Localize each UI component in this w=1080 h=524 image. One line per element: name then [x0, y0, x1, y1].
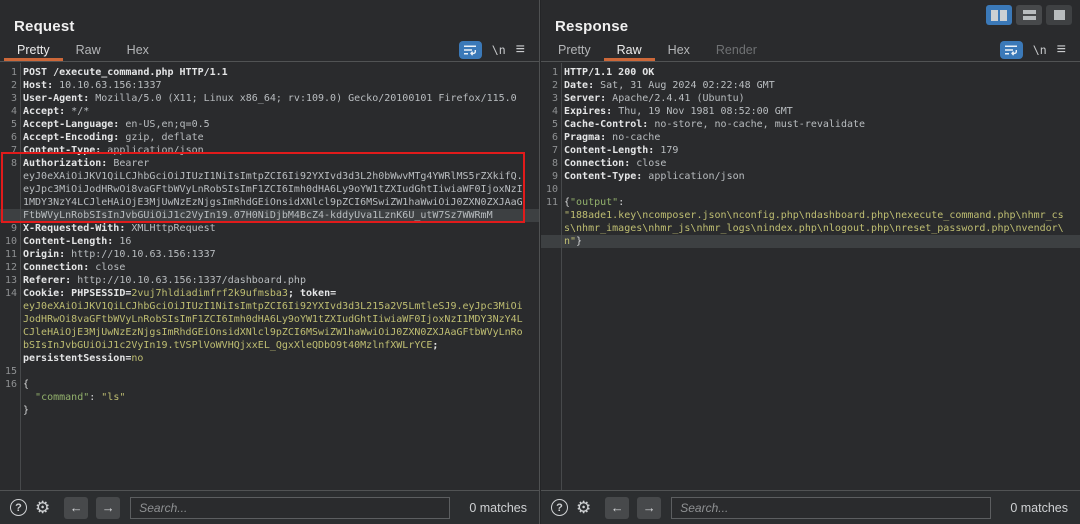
request-titlebar: Request	[0, 0, 539, 38]
request-tabbar: PrettyRawHex \n ≡	[0, 38, 539, 62]
word-wrap-toggle-button[interactable]	[1000, 41, 1023, 59]
code-line: 8Connection: close	[541, 157, 1080, 170]
code-line: 3Server: Apache/2.4.41 (Ubuntu)	[541, 92, 1080, 105]
tab-hex[interactable]: Hex	[655, 38, 703, 61]
request-match-count: 0 matches	[469, 501, 527, 515]
single-pane-icon	[1054, 10, 1065, 20]
help-icon[interactable]: ?	[551, 499, 568, 516]
code-line: 9Content-Type: application/json	[541, 170, 1080, 183]
code-line: persistentSession=no	[0, 352, 539, 365]
code-line: 11Origin: http://10.10.63.156:1337	[0, 248, 539, 261]
code-line: eyJ0eXAiOiJKV1QiLCJhbGciOiJIUzI1NiIsImtp…	[0, 300, 539, 313]
code-line: eyJpc3MiOiJodHRwOi8vaGFtbWVyLnRobSIsImF1…	[0, 183, 539, 196]
newline-visibility-icon[interactable]: \n	[1033, 43, 1047, 57]
request-search-input[interactable]	[130, 497, 450, 519]
code-line: 16{	[0, 378, 539, 391]
layout-toggle-group	[986, 5, 1072, 25]
code-line: 4Accept: */*	[0, 105, 539, 118]
code-line: 4Expires: Thu, 19 Nov 1981 08:52:00 GMT	[541, 105, 1080, 118]
search-prev-button[interactable]: ←	[605, 497, 629, 519]
gear-icon[interactable]: ⚙	[576, 499, 591, 516]
code-line: n"}	[541, 235, 1080, 248]
tab-raw[interactable]: Raw	[604, 38, 655, 61]
request-search-bar: ? ⚙ ← → 0 matches	[0, 490, 539, 524]
request-editor[interactable]: 1POST /execute_command.php HTTP/1.12Host…	[0, 63, 539, 490]
code-line: 6Pragma: no-cache	[541, 131, 1080, 144]
columns-icon	[991, 10, 998, 21]
code-line: 1HTTP/1.1 200 OK	[541, 66, 1080, 79]
code-line: eyJ0eXAiOiJKV1QiLCJhbGciOiJIUzI1NiIsImtp…	[0, 170, 539, 183]
response-match-count: 0 matches	[1010, 501, 1068, 515]
layout-single-button[interactable]	[1046, 5, 1072, 25]
code-line: JodHRwOi8vaGFtbWVyLnRobSIsImF1ZCI6Imh0dH…	[0, 313, 539, 326]
code-line: "188ade1.key\ncomposer.json\nconfig.php\…	[541, 209, 1080, 222]
code-line: 7Content-Length: 179	[541, 144, 1080, 157]
response-panel: Response PrettyRawHexRender \n ≡ 1HTTP/1…	[541, 0, 1080, 524]
code-line: 8Authorization: Bearer	[0, 157, 539, 170]
code-line: "command": "ls"	[0, 391, 539, 404]
code-line: 5Cache-Control: no-store, no-cache, must…	[541, 118, 1080, 131]
code-line: bSIsInJvbGUiOiJ1c2VyIn19.tVSPlVoWVHQjxxE…	[0, 339, 539, 352]
code-line: FtbWVyLnRobSIsInJvbGUiOiJ1c2VyIn19.07H0N…	[0, 209, 539, 222]
code-line: 2Host: 10.10.63.156:1337	[0, 79, 539, 92]
tab-render: Render	[703, 38, 770, 61]
code-line: 7Content-Type: application/json	[0, 144, 539, 157]
response-editor[interactable]: 1HTTP/1.1 200 OK2Date: Sat, 31 Aug 2024 …	[541, 63, 1080, 490]
word-wrap-icon	[1004, 44, 1018, 56]
code-line: 6Accept-Encoding: gzip, deflate	[0, 131, 539, 144]
request-panel: Request PrettyRawHex \n ≡ 1POST /execute…	[0, 0, 540, 524]
request-title: Request	[14, 18, 75, 35]
code-line: 5Accept-Language: en-US,en;q=0.5	[0, 118, 539, 131]
code-line: 15	[0, 365, 539, 378]
rows-icon	[1023, 10, 1036, 14]
newline-visibility-icon[interactable]: \n	[492, 43, 506, 57]
editor-menu-icon[interactable]: ≡	[516, 42, 525, 58]
tab-pretty[interactable]: Pretty	[545, 38, 604, 61]
gutter-separator	[561, 63, 562, 490]
tab-hex[interactable]: Hex	[114, 38, 162, 61]
layout-columns-button[interactable]	[986, 5, 1012, 25]
code-line: s\nhmr_images\nhmr_js\nhmr_logs\nindex.p…	[541, 222, 1080, 235]
response-tabbar: PrettyRawHexRender \n ≡	[541, 38, 1080, 62]
code-line: CJleHAiOjE3MjUwNzEzNjgsImRhdGEiOnsidXNlc…	[0, 326, 539, 339]
code-line: 1POST /execute_command.php HTTP/1.1	[0, 66, 539, 79]
word-wrap-icon	[463, 44, 477, 56]
code-line: 11{"output":	[541, 196, 1080, 209]
code-line: 3User-Agent: Mozilla/5.0 (X11; Linux x86…	[0, 92, 539, 105]
response-search-bar: ? ⚙ ← → 0 matches	[541, 490, 1080, 524]
gutter-separator	[20, 63, 21, 490]
help-icon[interactable]: ?	[10, 499, 27, 516]
response-title: Response	[555, 18, 628, 35]
code-line: 1MDY3NzY4LCJleHAiOjE3MjUwNzEzNjgsImRhdGE…	[0, 196, 539, 209]
code-line: 12Connection: close	[0, 261, 539, 274]
response-search-input[interactable]	[671, 497, 991, 519]
gear-icon[interactable]: ⚙	[35, 499, 50, 516]
layout-stacked-button[interactable]	[1016, 5, 1042, 25]
code-line: }	[0, 404, 539, 417]
search-prev-button[interactable]: ←	[64, 497, 88, 519]
code-line: 2Date: Sat, 31 Aug 2024 02:22:48 GMT	[541, 79, 1080, 92]
word-wrap-toggle-button[interactable]	[459, 41, 482, 59]
code-line: 10Content-Length: 16	[0, 235, 539, 248]
editor-menu-icon[interactable]: ≡	[1057, 42, 1066, 58]
search-next-button[interactable]: →	[96, 497, 120, 519]
search-next-button[interactable]: →	[637, 497, 661, 519]
tab-raw[interactable]: Raw	[63, 38, 114, 61]
code-line: 10	[541, 183, 1080, 196]
tab-pretty[interactable]: Pretty	[4, 38, 63, 61]
code-line: 13Referer: http://10.10.63.156:1337/dash…	[0, 274, 539, 287]
code-line: 9X-Requested-With: XMLHttpRequest	[0, 222, 539, 235]
code-line: 14Cookie: PHPSESSID=2vuj7hldiadimfrf2k9u…	[0, 287, 539, 300]
